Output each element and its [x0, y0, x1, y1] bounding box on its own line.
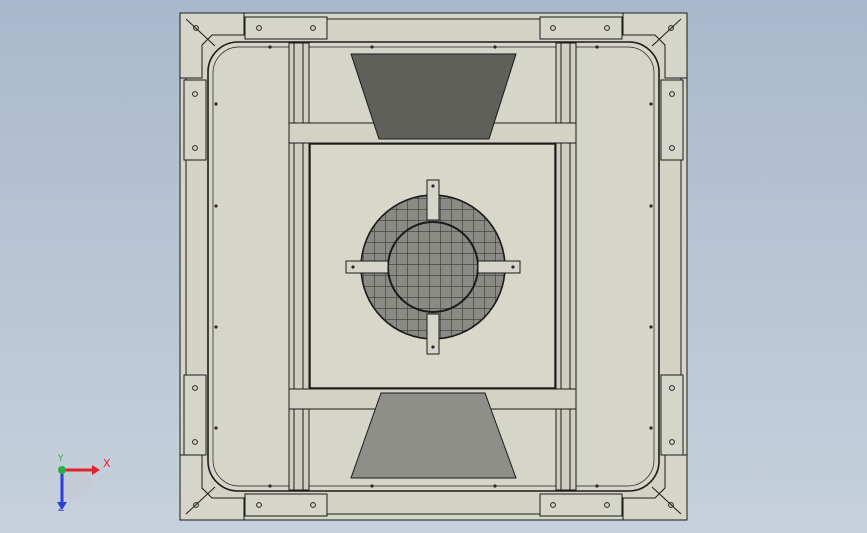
cassette-unit: [179, 12, 688, 521]
tab-bottom-left: [244, 493, 328, 517]
axis-x-label: X: [103, 457, 111, 470]
top-louver: [350, 53, 517, 140]
cad-viewport[interactable]: [0, 0, 867, 533]
rail-left: [288, 42, 310, 491]
rail-right: [555, 42, 577, 491]
coordinate-triad-icon: X Y Z: [48, 452, 118, 516]
tab-top-left: [244, 16, 328, 40]
tab-left-bottom: [183, 374, 207, 456]
axis-y-label: Y: [58, 454, 64, 464]
axis-z-label: Z: [58, 504, 65, 514]
tab-right-bottom: [660, 374, 684, 456]
